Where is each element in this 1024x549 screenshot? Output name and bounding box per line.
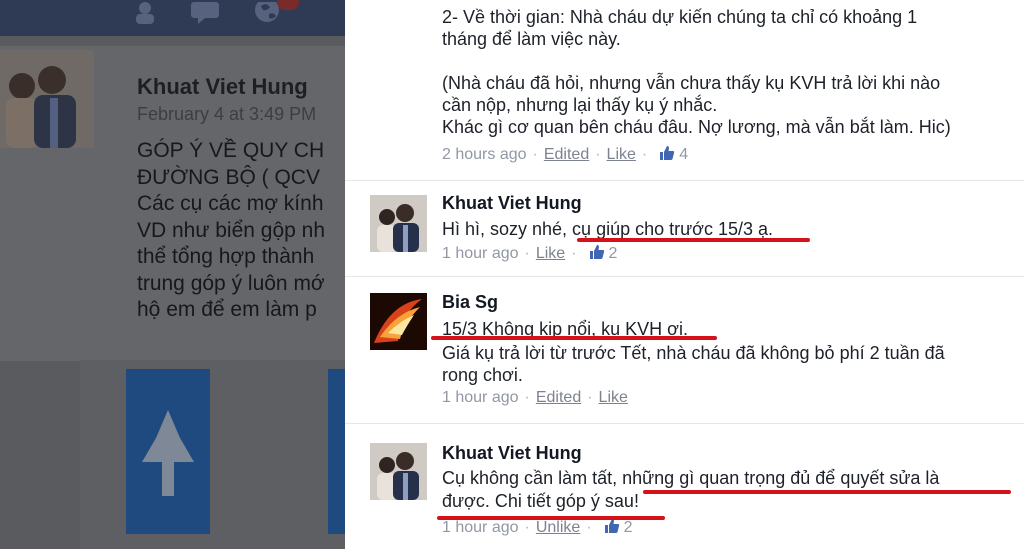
post-body-line: GÓP Ý VỀ QUY CH <box>137 139 325 162</box>
divider <box>345 276 1024 277</box>
annotation-underline <box>643 490 1011 494</box>
attachment-thumbnail[interactable] <box>328 369 345 534</box>
comments-panel: 2- Về thời gian: Nhà cháu dự kiến chúng … <box>345 0 1024 549</box>
post-body-line: hộ em để em làm p <box>137 298 317 321</box>
annotation-underline <box>431 336 717 340</box>
post-body-line: Các cụ các mợ kính <box>137 192 324 215</box>
like-link[interactable]: Like <box>536 245 565 262</box>
thumbs-up-icon[interactable] <box>604 518 620 534</box>
post-body-line: ĐƯỜNG BỘ ( QCV <box>137 165 320 189</box>
like-count[interactable]: 2 <box>609 245 618 262</box>
comment-meta: 1 hour ago · Like · 2 <box>442 244 618 262</box>
comment-author[interactable]: Khuat Viet Hung <box>442 193 582 214</box>
unlike-link[interactable]: Unlike <box>536 519 580 536</box>
comment-author[interactable]: Khuat Viet Hung <box>442 443 582 464</box>
comment-meta: 1 hour ago · Edited · Like <box>442 389 628 406</box>
edited-link[interactable]: Edited <box>536 389 581 406</box>
messages-icon[interactable] <box>188 2 222 24</box>
background-post-panel: Khuat Viet Hung February 4 at 3:49 PM GÓ… <box>0 0 345 549</box>
comment-text-line: cần nộp, nhưng lại thấy kụ ý nhắc. <box>442 95 718 115</box>
comment-timestamp[interactable]: 1 hour ago <box>442 519 519 536</box>
like-link[interactable]: Like <box>599 389 628 406</box>
post-body-line: VD như biển gộp nh <box>137 218 326 242</box>
comment-text-line: rong chơi. <box>442 365 523 385</box>
pin-icon <box>142 410 194 496</box>
post-body: GÓP Ý VỀ QUY CH ĐƯỜNG BỘ ( QCV Các cụ cá… <box>137 138 345 324</box>
avatar[interactable] <box>370 195 427 252</box>
comment-meta: 2 hours ago · Edited · Like · 4 <box>442 145 689 163</box>
divider <box>345 423 1024 424</box>
like-count[interactable]: 2 <box>624 519 633 536</box>
comment-text-line: Hì hì, sozy nhé, cụ giúp cho trước 15/3 … <box>442 219 774 239</box>
like-link[interactable]: Like <box>607 146 636 163</box>
comment-text-line: Khác gì cơ quan bên cháu đâu. Nợ lương, … <box>442 117 951 137</box>
post-author-name[interactable]: Khuat Viet Hung <box>137 74 308 100</box>
post-body-line: thể tổng hợp thành <box>137 245 315 268</box>
comment-timestamp[interactable]: 1 hour ago <box>442 245 519 262</box>
avatar[interactable] <box>370 293 427 350</box>
comment-text-line: Cụ không cần làm tất, những gì quan trọn… <box>442 468 940 488</box>
edited-link[interactable]: Edited <box>544 146 589 163</box>
post-timestamp[interactable]: February 4 at 3:49 PM <box>137 104 316 125</box>
comment-timestamp[interactable]: 1 hour ago <box>442 389 519 406</box>
post-body-line: trung góp ý luôn mớ <box>137 271 325 295</box>
comment-text-line: (Nhà cháu đã hỏi, nhưng vẫn chưa thấy kụ… <box>442 73 941 93</box>
comment-text-line: Giá kụ trả lời từ trước Tết, nhà cháu đã… <box>442 343 945 363</box>
thumbs-up-icon[interactable] <box>659 145 675 161</box>
comment-timestamp[interactable]: 2 hours ago <box>442 146 527 163</box>
avatar[interactable] <box>370 443 427 500</box>
comment-meta: 1 hour ago · Unlike · 2 <box>442 518 633 536</box>
attachment-area <box>80 360 345 549</box>
comment-text-line: 2- Về thời gian: Nhà cháu dự kiến chúng … <box>442 7 918 27</box>
annotation-underline <box>437 516 665 520</box>
divider <box>345 180 1024 181</box>
annotation-underline <box>577 238 810 242</box>
friends-icon[interactable] <box>128 2 162 24</box>
comment-text-line: được. Chi tiết góp ý sau! <box>442 491 639 511</box>
comment-author[interactable]: Bia Sg <box>442 292 498 313</box>
post-author-photo[interactable] <box>0 50 94 148</box>
like-count[interactable]: 4 <box>679 146 688 163</box>
thumbs-up-icon[interactable] <box>589 244 605 260</box>
notification-badge[interactable] <box>277 0 299 10</box>
facebook-top-bar <box>0 0 345 36</box>
comment-text-line: tháng để làm việc này. <box>442 29 621 49</box>
